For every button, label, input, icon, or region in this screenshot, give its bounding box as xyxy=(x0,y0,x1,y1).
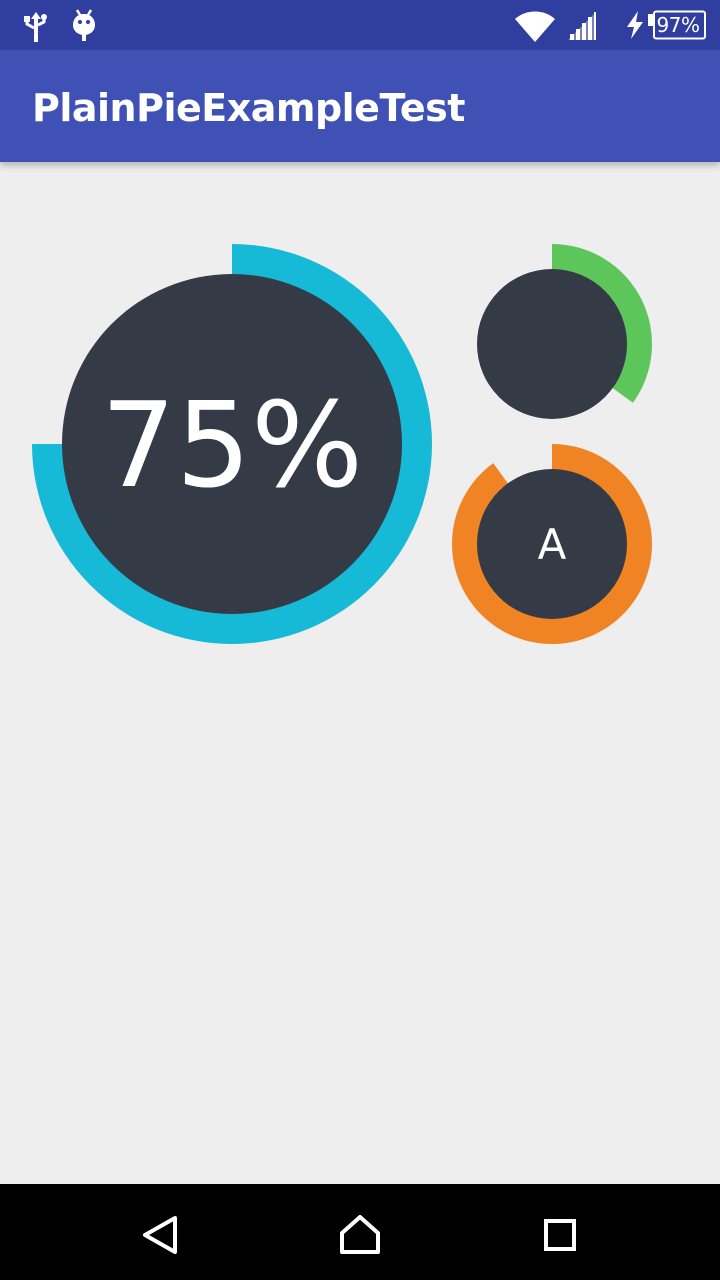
usb-icon xyxy=(24,12,47,42)
battery-percentage: 97% xyxy=(656,13,700,37)
back-icon xyxy=(143,1216,177,1254)
pie-small-orange-label: A xyxy=(537,520,567,569)
recents-icon xyxy=(544,1219,576,1251)
android-debug-icon xyxy=(73,9,95,41)
app-title: PlainPieExampleTest xyxy=(32,86,465,130)
charging-icon xyxy=(627,11,643,39)
status-bar: 97% xyxy=(0,0,720,50)
wifi-icon xyxy=(515,11,555,42)
navigation-bar xyxy=(0,1184,720,1280)
app-bar: PlainPieExampleTest xyxy=(0,50,720,162)
pie-large-label: 75% xyxy=(100,376,364,514)
pie-small-green-center xyxy=(477,269,627,419)
signal-icon xyxy=(568,12,596,40)
back-button[interactable] xyxy=(100,1184,220,1280)
pie-small-green[interactable] xyxy=(452,244,652,444)
home-button[interactable] xyxy=(300,1184,420,1280)
recents-button[interactable] xyxy=(500,1184,620,1280)
home-icon xyxy=(340,1215,380,1254)
